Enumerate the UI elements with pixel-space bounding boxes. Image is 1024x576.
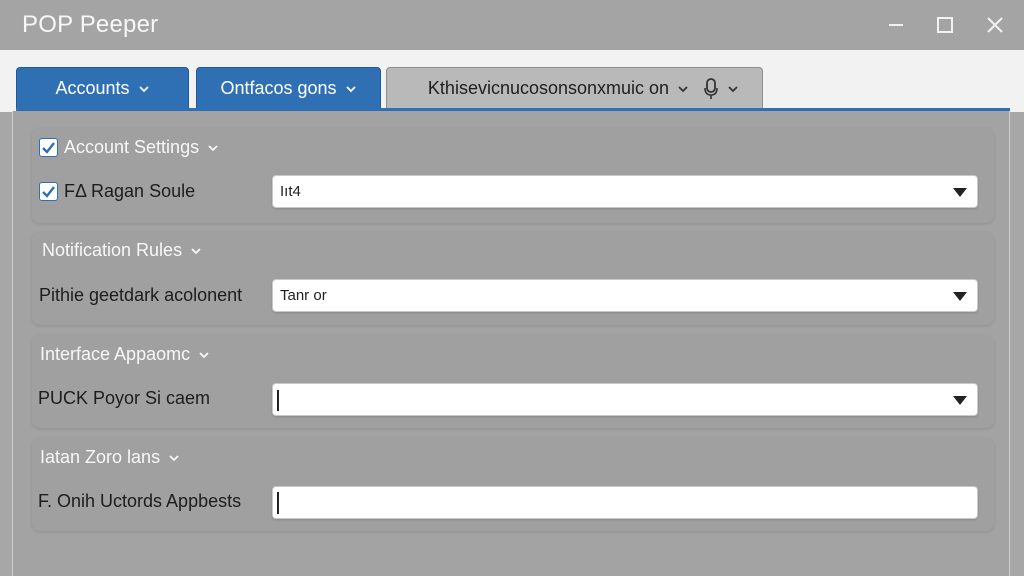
maximize-button[interactable] [932,12,958,38]
title-bar: POP Peeper [0,0,1024,50]
row-label-text: FΔ Ragan Soule [64,181,196,201]
caret-down-icon [953,292,967,301]
section-title[interactable]: Account Settings [39,137,219,158]
dropdown-value: Tanr or [280,287,327,304]
text-input[interactable] [272,486,978,519]
section-title-text: Notification Rules [42,240,183,260]
text-cursor [277,390,279,411]
row-label-text: PUCK Poyor Si caem [38,388,211,408]
dropdown-interface-appearance[interactable] [272,383,978,416]
checkbox[interactable] [39,182,58,201]
microphone-icon[interactable] [703,77,719,100]
chevron-down-icon [191,247,201,254]
text-cursor [277,492,279,514]
chevron-down-icon[interactable] [727,83,739,95]
minimize-button[interactable] [883,12,909,38]
chevron-down-icon [345,85,356,92]
checkmark-icon [42,186,55,198]
row-label: F. Onih Uctords Appbests [38,491,241,512]
minimize-icon [889,24,903,26]
row-label-text: Pithie geetdark acolonent [39,285,243,305]
caret-down-icon [953,396,967,405]
section-title-text: Account Settings [64,137,200,157]
app-title: POP Peeper [22,11,159,38]
chevron-down-icon [138,85,149,92]
row-label: FΔ Ragan Soule [39,181,195,202]
caret-down-icon [953,188,967,197]
tab-label: Accounts [55,78,130,98]
tab-kthisevicnucos[interactable]: Kthisevicnucosonsonxmuic on [386,67,763,110]
dropdown-account-settings[interactable]: Iıt4 [272,175,978,208]
section-title-text: Iatan Zoro lans [40,447,161,467]
section-title[interactable]: Iatan Zoro lans [40,447,180,468]
dropdown-value: Iıt4 [280,183,301,200]
section-title[interactable]: Interface Appaomc [40,344,210,365]
tab-bar: Accounts Ontfacos gons Kthisevicnucosons… [0,50,1024,112]
row-label-text: F. Onih Uctords Appbests [38,491,242,511]
tab-label: Kthisevicnucosonsonxmuic on [427,78,670,98]
section-title[interactable]: Notification Rules [42,240,202,261]
chevron-down-icon [169,454,179,461]
tab-label: Ontfacos gons [220,78,337,98]
checkmark-icon [42,142,55,154]
checkbox[interactable] [39,138,58,157]
tab-accounts[interactable]: Accounts [16,67,189,110]
maximize-icon [937,17,953,33]
close-icon [987,17,1003,33]
close-button[interactable] [982,12,1008,38]
chevron-down-icon [208,144,218,151]
row-label: Pithie geetdark acolonent [39,285,242,306]
chevron-down-icon [678,85,688,92]
row-label: PUCK Poyor Si caem [38,388,210,409]
tab-ontfacos-gons[interactable]: Ontfacos gons [196,67,381,110]
chevron-down-icon [199,351,209,358]
dropdown-notification-rules[interactable]: Tanr or [272,279,978,312]
section-title-text: Interface Appaomc [40,344,191,364]
